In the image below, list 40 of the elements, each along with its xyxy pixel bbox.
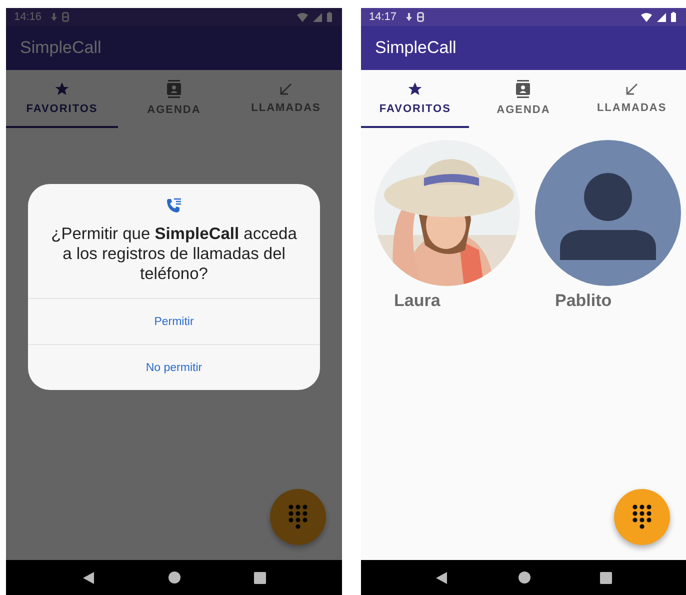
tab[interactable]: LLAMADAS — [578, 70, 686, 128]
back-icon[interactable] — [435, 570, 450, 584]
recents-icon[interactable] — [600, 572, 612, 584]
back-icon[interactable] — [82, 570, 96, 584]
dialpad-button[interactable] — [614, 489, 670, 545]
dialog-button[interactable]: No permitir — [28, 344, 320, 390]
recents-icon[interactable] — [254, 572, 266, 584]
dialpad-icon — [287, 503, 309, 531]
star-icon — [54, 81, 70, 97]
status-time: 14:17 — [369, 11, 397, 23]
status-time: 14:16 — [14, 11, 42, 23]
star-icon — [407, 81, 424, 97]
signal-icon — [313, 12, 322, 22]
sim-icon — [62, 12, 69, 22]
tab[interactable]: FAVORITOS — [6, 70, 118, 128]
arrow-icon — [279, 82, 293, 96]
dialog-message: ¿Permitir que SimpleCall acceda a los registros de llamadas del teléfono? — [50, 224, 298, 285]
battery-icon — [671, 12, 676, 22]
download-icon — [50, 12, 57, 22]
contact-name[interactable]: Pablito — [555, 291, 612, 311]
signal-icon — [657, 12, 666, 22]
app-title: SimpleCall — [375, 38, 456, 58]
contact-name[interactable]: Laura — [394, 291, 440, 311]
contact-card-icon — [515, 80, 532, 98]
wifi-icon — [641, 12, 652, 22]
contact-card-icon — [166, 80, 182, 98]
app-title: SimpleCall — [20, 38, 102, 58]
dialog-button[interactable]: Permitir — [28, 298, 320, 344]
home-icon[interactable] — [168, 571, 182, 584]
arrow-icon — [624, 82, 639, 96]
download-icon — [406, 12, 412, 22]
home-icon[interactable] — [518, 571, 531, 584]
dialpad-icon — [631, 503, 653, 531]
avatar-placeholder-icon — [535, 140, 681, 286]
tab[interactable]: AGENDA — [469, 70, 578, 128]
call-log-icon — [166, 198, 182, 214]
battery-icon — [327, 12, 332, 22]
wifi-icon — [297, 12, 308, 22]
tab[interactable]: FAVORITOS — [361, 70, 470, 128]
sim-icon — [416, 12, 424, 22]
